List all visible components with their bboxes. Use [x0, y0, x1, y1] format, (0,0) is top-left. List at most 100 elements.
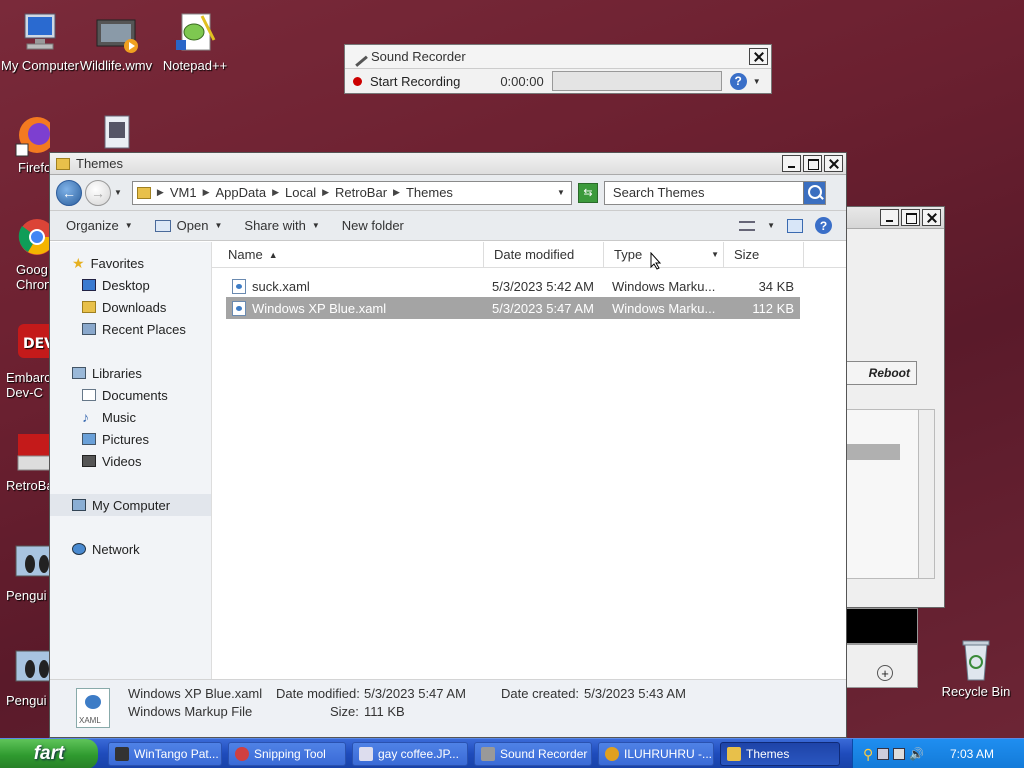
zoom-in-icon[interactable]: + [877, 665, 893, 681]
downloads-icon [82, 301, 96, 313]
nav-label: Recent Places [102, 321, 186, 337]
file-size: 34 KB [758, 278, 794, 294]
search-icon[interactable]: ⚲ [863, 746, 873, 763]
taskbar-item[interactable]: gay coffee.JP... [352, 742, 468, 766]
nav-documents[interactable]: Documents [50, 384, 211, 406]
desktop-icon-penguins-1[interactable]: Pengui [0, 540, 50, 603]
nav-music[interactable]: ♪ Music [50, 406, 211, 428]
open-button[interactable]: Open ▼ [154, 218, 222, 233]
nav-desktop[interactable]: Desktop [50, 274, 211, 296]
chevron-down-icon[interactable]: ▼ [767, 221, 775, 230]
file-list: Name ▲ Date modified Type ▼ Size suck.xaml… [212, 241, 846, 679]
desktop-icon-recycle-bin[interactable]: Recycle Bin [934, 636, 1018, 699]
clock[interactable]: 7:03 AM [950, 747, 994, 761]
xaml-file-icon [232, 278, 246, 294]
nav-favorites[interactable]: ★ Favorites [50, 252, 211, 274]
maximize-button[interactable] [803, 155, 822, 172]
taskbar-item[interactable]: WinTango Pat... [108, 742, 222, 766]
details-size: 111 KB [364, 704, 405, 719]
breadcrumb-item[interactable]: VM1 [170, 185, 197, 200]
sound-recorder-window[interactable]: Sound Recorder Start Recording 0:00:00 ?… [344, 44, 772, 94]
column-header-type[interactable]: Type ▼ [604, 241, 724, 268]
address-dropdown-icon[interactable]: ▼ [557, 188, 565, 197]
preview-pane-icon[interactable] [787, 218, 803, 233]
refresh-button[interactable]: ⇆ [577, 182, 598, 203]
details-date-modified: 5/3/2023 5:47 AM [364, 686, 466, 701]
scrollbar[interactable] [918, 410, 934, 578]
new-folder-button[interactable]: New folder [342, 218, 404, 233]
background-window-titlebar[interactable] [841, 207, 944, 229]
search-icon[interactable] [802, 181, 825, 204]
address-toolbar: ← → ▼ ▶ VM1 ▶ AppData ▶ Local ▶ RetroBar… [50, 175, 846, 211]
column-header-name[interactable]: Name ▲ [218, 241, 484, 268]
microphone-icon [481, 747, 495, 761]
close-button[interactable] [749, 48, 768, 65]
desktop-icon-devcpp[interactable]: DEV Embarc Dev-C [0, 322, 50, 400]
start-button[interactable]: fart [0, 739, 98, 768]
nav-recent-places[interactable]: Recent Places [50, 318, 211, 340]
desktop-icon-retrobar[interactable]: RetroBa [0, 430, 50, 493]
minimize-button[interactable] [880, 209, 899, 226]
breadcrumb-item[interactable]: Local [285, 185, 316, 200]
desktop-icon-notepadpp[interactable]: Notepad++ [155, 10, 235, 73]
close-button[interactable] [922, 209, 941, 226]
nav-libraries[interactable]: Libraries [50, 362, 211, 384]
reboot-button[interactable]: Reboot [841, 361, 917, 385]
breadcrumb-item[interactable]: AppData [216, 185, 267, 200]
penguin-image-icon [14, 645, 50, 691]
help-icon[interactable]: ? [729, 72, 747, 90]
file-row[interactable]: suck.xaml 5/3/2023 5:42 AM Windows Marku… [226, 275, 800, 297]
sort-ascending-icon: ▲ [268, 249, 278, 260]
chevron-down-icon[interactable]: ▼ [711, 250, 719, 259]
column-header-date-modified[interactable]: Date modified [484, 241, 604, 268]
desktop-icon-label: Notepad++ [162, 58, 228, 73]
microphone-icon [348, 46, 368, 67]
nav-downloads[interactable]: Downloads [50, 296, 211, 318]
start-recording-button[interactable]: Start Recording [370, 74, 460, 89]
chevron-down-icon[interactable]: ▼ [753, 77, 761, 86]
taskbar-item[interactable]: Snipping Tool [228, 742, 346, 766]
nav-my-computer[interactable]: My Computer [50, 494, 211, 516]
explorer-titlebar[interactable]: Themes [50, 153, 846, 175]
recycle-bin-icon [953, 636, 999, 682]
desktop-icon-firefox[interactable]: Firefo [0, 112, 50, 175]
network-icon[interactable] [877, 748, 890, 760]
breadcrumb-item[interactable]: RetroBar [335, 185, 387, 200]
search-input[interactable]: Search Themes [603, 180, 826, 205]
organize-button[interactable]: Organize ▼ [66, 218, 133, 233]
documents-icon [82, 389, 96, 401]
nav-pictures[interactable]: Pictures [50, 428, 211, 450]
address-bar[interactable]: ▶ VM1 ▶ AppData ▶ Local ▶ RetroBar ▶ The… [131, 180, 572, 205]
taskbar-item[interactable]: Sound Recorder [474, 742, 592, 766]
minimize-button[interactable] [782, 155, 801, 172]
view-options-icon[interactable] [739, 220, 756, 231]
details-pane: XAML Windows XP Blue.xaml Windows Markup… [50, 679, 846, 737]
background-window[interactable]: Reboot [840, 206, 945, 608]
sound-recorder-titlebar[interactable]: Sound Recorder [345, 45, 771, 69]
nav-videos[interactable]: Videos [50, 450, 211, 472]
volume-icon[interactable]: 🔊 [909, 747, 924, 761]
desktop-icon-wildlife[interactable]: Wildlife.wmv [76, 10, 156, 73]
share-with-button[interactable]: Share with ▼ [244, 218, 319, 233]
taskbar-item-active[interactable]: Themes [720, 742, 840, 766]
desktop-icon-chrome[interactable]: Goog Chron [0, 214, 50, 292]
desktop-icon-media-file[interactable] [96, 114, 136, 152]
display-icon[interactable] [893, 748, 906, 760]
forward-button[interactable]: → [85, 179, 111, 206]
taskbar-item[interactable]: ILUHRUHRU -... [598, 742, 714, 766]
explorer-window[interactable]: Themes ← → ▼ ▶ VM1 ▶ AppData ▶ Local ▶ R… [49, 152, 847, 738]
nav-network[interactable]: Network [50, 538, 211, 560]
close-button[interactable] [824, 155, 843, 172]
file-row-selected[interactable]: Windows XP Blue.xaml 5/3/2023 5:47 AM Wi… [226, 297, 800, 319]
desktop-icon-penguins-2[interactable]: Pengui [0, 645, 50, 708]
recent-pages-chevron-icon[interactable]: ▼ [114, 188, 122, 197]
breadcrumb-item[interactable]: Themes [406, 185, 453, 200]
video-file-icon [101, 114, 131, 150]
desktop-icon-my-computer[interactable]: My Computer [0, 10, 80, 73]
column-header-size[interactable]: Size [724, 241, 804, 268]
recording-time: 0:00:00 [500, 73, 544, 89]
record-icon [353, 76, 362, 86]
back-button[interactable]: ← [56, 179, 82, 206]
maximize-button[interactable] [901, 209, 920, 226]
help-icon[interactable]: ? [815, 217, 832, 234]
